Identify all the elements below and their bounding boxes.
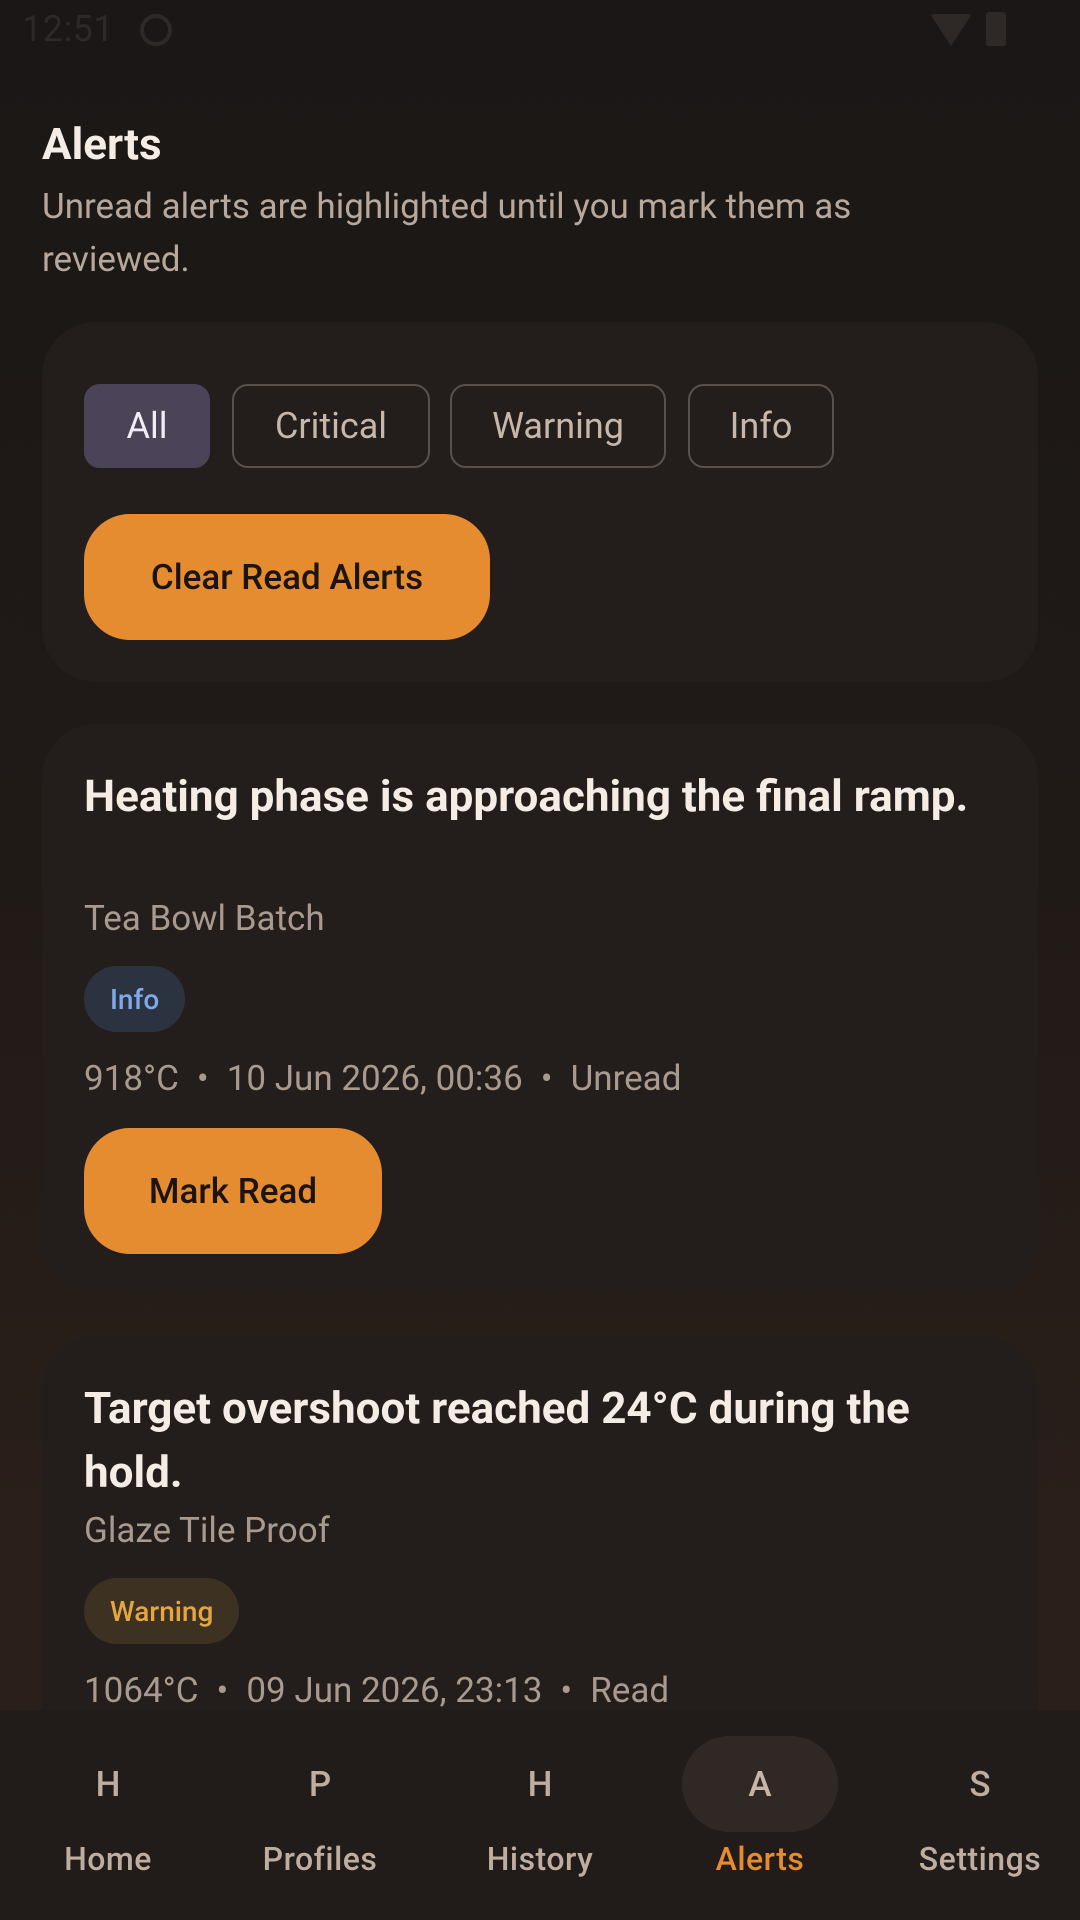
nav-label: Settings xyxy=(918,1840,1042,1878)
mark-read-button[interactable]: Mark Read xyxy=(84,1128,382,1254)
filter-card: All Critical Warning Info Clear Read Ale… xyxy=(42,322,1038,682)
nav-item-home[interactable]: H Home xyxy=(0,1710,216,1920)
alert-temperature: 1064°C xyxy=(84,1670,199,1711)
home-icon: H xyxy=(95,1763,121,1805)
wifi-icon xyxy=(930,14,972,46)
severity-badge: Warning xyxy=(84,1578,240,1644)
meta-separator: • xyxy=(540,1058,553,1099)
settings-icon: S xyxy=(969,1763,991,1805)
nav-item-profiles[interactable]: P Profiles xyxy=(212,1710,428,1920)
meta-separator: • xyxy=(196,1058,209,1099)
alert-meta: 918°C • 10 Jun 2026, 00:36 • Unread xyxy=(84,1058,681,1099)
meta-separator: • xyxy=(560,1670,573,1711)
page-title: Alerts xyxy=(42,118,162,170)
alert-meta: 1064°C • 09 Jun 2026, 23:13 • Read xyxy=(84,1670,669,1711)
nav-label: Home xyxy=(64,1840,152,1878)
filter-chip-info[interactable]: Info xyxy=(688,384,834,468)
page-subtitle: Unread alerts are highlighted until you … xyxy=(42,186,852,280)
sync-icon xyxy=(140,14,172,46)
profiles-icon: P xyxy=(308,1763,332,1805)
clear-read-alerts-button[interactable]: Clear Read Alerts xyxy=(84,514,490,640)
nav-item-alerts[interactable]: A Alerts xyxy=(652,1710,868,1920)
history-icon: H xyxy=(527,1763,553,1805)
severity-badge: Info xyxy=(84,966,186,1032)
nav-item-settings[interactable]: S Settings xyxy=(872,1710,1080,1920)
alert-status: Read xyxy=(590,1670,670,1711)
nav-item-history[interactable]: H History xyxy=(432,1710,648,1920)
filter-chip-warning[interactable]: Warning xyxy=(450,384,666,468)
status-time: 12:51 xyxy=(22,8,115,50)
nav-label: History xyxy=(486,1840,594,1878)
filter-chip-critical[interactable]: Critical xyxy=(232,384,430,468)
alert-status: Unread xyxy=(570,1058,682,1099)
alert-timestamp: 10 Jun 2026, 00:36 xyxy=(226,1058,523,1099)
alert-source: Tea Bowl Batch xyxy=(84,898,325,939)
alert-source: Glaze Tile Proof xyxy=(84,1510,330,1551)
alert-title: Heating phase is approaching the final r… xyxy=(84,770,969,822)
filter-chip-all[interactable]: All xyxy=(84,384,210,468)
alert-temperature: 918°C xyxy=(84,1058,179,1099)
nav-label: Alerts xyxy=(715,1840,805,1878)
battery-icon xyxy=(986,12,1006,46)
nav-label: Profiles xyxy=(262,1840,378,1878)
alert-title: Target overshoot reached 24°C during the… xyxy=(84,1382,910,1498)
alerts-icon: A xyxy=(682,1736,838,1832)
status-bar: 12:51 xyxy=(0,0,1080,64)
meta-separator: • xyxy=(216,1670,229,1711)
alert-timestamp: 09 Jun 2026, 23:13 xyxy=(246,1670,543,1711)
alert-card: Heating phase is approaching the final r… xyxy=(42,724,1038,1294)
bottom-navigation: H Home P Profiles H History A Alerts S S… xyxy=(0,1710,1080,1920)
